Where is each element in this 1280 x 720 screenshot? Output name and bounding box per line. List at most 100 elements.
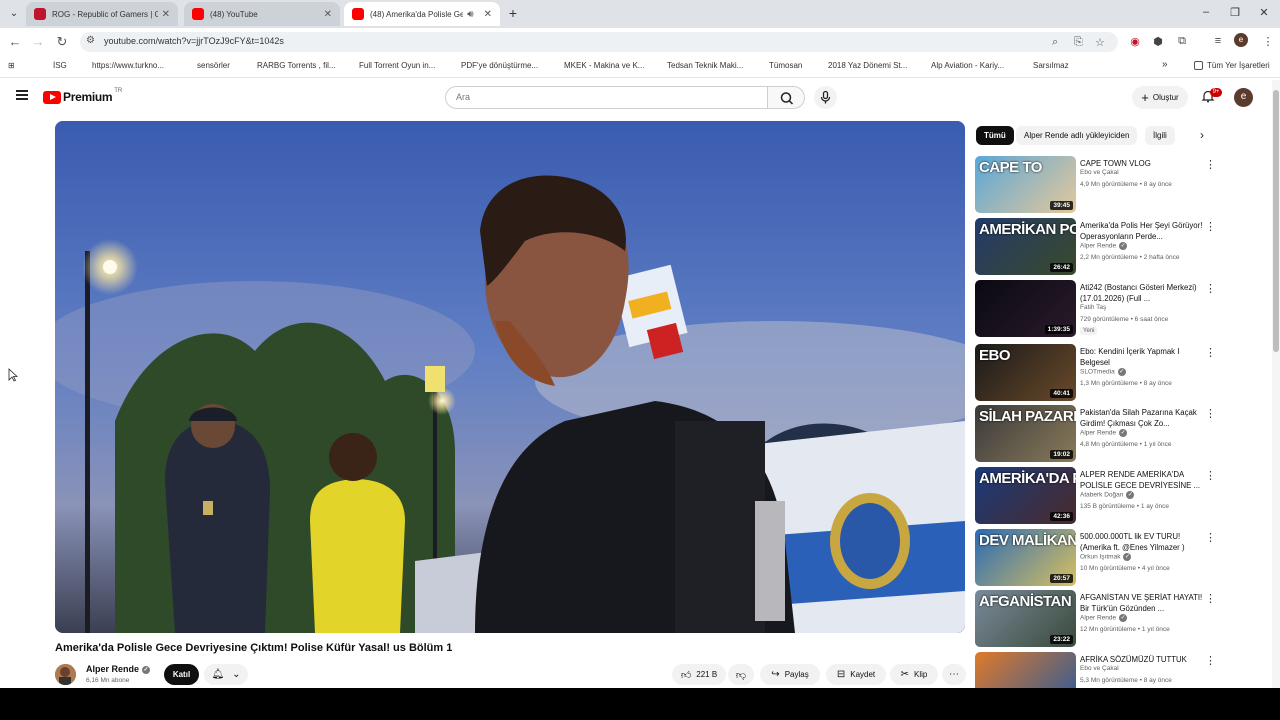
voice-search-button[interactable] <box>814 86 837 109</box>
search-input[interactable]: Ara <box>445 86 768 109</box>
subscription-bell-button[interactable]: 🔔︎ ⌄ <box>204 664 248 685</box>
tab-search-icon[interactable]: ⌄ <box>6 6 22 22</box>
youtube-premium-logo[interactable]: Premium TR <box>43 88 122 104</box>
recommendation-card[interactable]: AFGANİSTAN 23:22 AFGANİSTAN VE ŞERİAT HAYA… <box>975 590 1216 648</box>
tab-youtube-video[interactable]: (48) Amerika'da Polisle Gece... 🔊︎ ✕ <box>344 2 500 26</box>
recommendation-channel[interactable]: Fatih Taş <box>1080 304 1106 311</box>
channel-name-row[interactable]: Alper Rende ✓ <box>86 664 151 674</box>
clip-button[interactable]: ✂︎ Klip <box>890 664 938 685</box>
close-tab-icon[interactable]: ✕ <box>324 9 332 20</box>
video-thumbnail[interactable]: CAPE TO 39:45 <box>975 156 1076 213</box>
browser-menu-icon[interactable]: ⋮ <box>1260 35 1276 48</box>
tab-rog[interactable]: ROG - Republic of Gamers | Gl... ✕ <box>26 2 178 26</box>
recommendation-card[interactable]: SİLAH PAZARI 19:02 Pakistan'da Silah Pazar… <box>975 405 1216 463</box>
extension-shield-icon[interactable]: ⬢ <box>1150 35 1166 48</box>
video-thumbnail[interactable]: 1:39:35 <box>975 280 1076 337</box>
page-scrollbar[interactable] <box>1272 80 1280 688</box>
chip-all[interactable]: Tümü <box>976 126 1014 145</box>
bookmark-item[interactable]: https://www.turkno... <box>79 61 164 70</box>
video-thumbnail[interactable]: AFGANİSTAN 23:22 <box>975 590 1076 647</box>
recommendation-channel[interactable]: Alper Rende ✓ <box>1080 429 1128 437</box>
new-tab-button[interactable]: + <box>504 5 522 23</box>
chevron-right-icon[interactable]: › <box>1193 126 1211 145</box>
all-bookmarks-folder[interactable]: Tüm Yer İşaretleri <box>1194 61 1270 70</box>
bookmark-item[interactable]: PDF'ye dönüştürme... <box>448 61 538 70</box>
chip-from-uploader[interactable]: Alper Rende adlı yükleyiciden <box>1016 126 1138 145</box>
apps-grid-icon[interactable]: ⊞ <box>8 61 15 70</box>
maximize-icon[interactable]: ❐ <box>1227 6 1243 19</box>
chip-related[interactable]: İlgili <box>1145 126 1175 145</box>
more-vertical-icon[interactable]: ⋮ <box>1205 282 1216 295</box>
more-vertical-icon[interactable]: ⋮ <box>1205 407 1216 420</box>
video-thumbnail[interactable] <box>975 652 1076 688</box>
video-thumbnail[interactable]: EBO 40:41 <box>975 344 1076 401</box>
recommendation-card[interactable]: EBO 40:41 Ebo: Kendini İçerik Yapmak I Bel… <box>975 344 1216 402</box>
minimize-icon[interactable]: – <box>1198 6 1214 18</box>
recommendation-channel[interactable]: Ebo ve Çakal <box>1080 169 1119 176</box>
more-bookmarks-icon[interactable]: » <box>1162 59 1168 70</box>
bookmark-item[interactable]: Alp Aviation - Kariy... <box>918 61 1004 70</box>
video-thumbnail[interactable]: AMERİKA'DA POLİSLE 42:36 <box>975 467 1076 524</box>
account-avatar[interactable]: e <box>1234 88 1253 107</box>
bookmark-item[interactable]: MKEK - Makina ve K... <box>551 61 644 70</box>
reload-icon[interactable]: ↻ <box>54 34 70 50</box>
join-button[interactable]: Katıl <box>164 664 199 685</box>
close-tab-icon[interactable]: ✕ <box>484 9 492 20</box>
bookmark-item[interactable]: 2018 Yaz Dönemi St... <box>815 61 907 70</box>
tab-youtube-home[interactable]: (48) YouTube ✕ <box>184 2 340 26</box>
more-vertical-icon[interactable]: ⋮ <box>1205 346 1216 359</box>
recommendation-card[interactable]: AMERİKAN POLİSİ 26:42 Amerika'da Polis Her… <box>975 218 1216 276</box>
recommendation-card[interactable]: AMERİKA'DA POLİSLE 42:36 ALPER RENDE AMERİ… <box>975 467 1216 525</box>
window-close-icon[interactable]: ✕ <box>1256 6 1272 19</box>
create-button[interactable]: + Oluştur <box>1132 86 1188 109</box>
share-button[interactable]: ↪ Paylaş <box>760 664 820 685</box>
more-actions-button[interactable]: ⋯ <box>942 664 966 685</box>
back-icon[interactable]: ← <box>7 34 23 50</box>
extension-rog-icon[interactable]: ◉ <box>1127 35 1143 48</box>
video-thumbnail[interactable]: DEV MALİKANE 20:57 <box>975 529 1076 586</box>
address-bar[interactable]: ⚙︎ youtube.com/watch?v=jjrTOzJ9cFY&t=104… <box>80 32 1118 52</box>
zoom-icon[interactable]: ⌕ <box>1052 36 1058 49</box>
like-button[interactable]: 👍︎ 221 B <box>672 664 726 685</box>
recommendation-card[interactable]: 1:39:35 Ati242 (Bostancı Gösteri Merkezi)… <box>975 280 1216 338</box>
video-thumbnail[interactable]: SİLAH PAZARI 19:02 <box>975 405 1076 462</box>
bookmark-item[interactable]: Full Torrent Oyun in... <box>346 61 435 70</box>
recommendation-card[interactable]: AFRİKA SÖZÜMÜZÜ TUTTUK Ebo ve Çakal 5,3 Mn… <box>975 652 1216 688</box>
recommendation-channel[interactable]: Ebo ve Çakal <box>1080 665 1119 672</box>
recommendation-channel[interactable]: Alper Rende ✓ <box>1080 614 1128 622</box>
bookmark-item[interactable]: İSG <box>40 61 67 70</box>
more-vertical-icon[interactable]: ⋮ <box>1205 220 1216 233</box>
search-button[interactable] <box>767 86 805 109</box>
more-vertical-icon[interactable]: ⋮ <box>1205 592 1216 605</box>
tab-groups-icon[interactable]: ≡ <box>1210 35 1226 47</box>
more-vertical-icon[interactable]: ⋮ <box>1205 469 1216 482</box>
audio-playing-icon[interactable]: 🔊︎ <box>467 9 473 20</box>
recommendation-channel[interactable]: Ataberk Doğan ✓ <box>1080 491 1135 499</box>
hamburger-menu-icon[interactable] <box>16 90 28 100</box>
video-player[interactable] <box>55 121 965 633</box>
site-info-icon[interactable]: ⚙︎ <box>86 35 95 46</box>
bookmark-item[interactable]: Tümosan <box>756 61 802 70</box>
extensions-icon[interactable]: ⧉ <box>1174 35 1190 48</box>
close-tab-icon[interactable]: ✕ <box>162 9 170 20</box>
more-vertical-icon[interactable]: ⋮ <box>1205 531 1216 544</box>
dislike-button[interactable]: 👎︎ <box>728 664 754 685</box>
profile-avatar[interactable]: e <box>1234 33 1248 47</box>
bookmark-item[interactable]: Tedsan Teknik Maki... <box>654 61 743 70</box>
bookmark-item[interactable]: sensörler <box>184 61 230 70</box>
save-button[interactable]: ⊟ Kaydet <box>826 664 886 685</box>
forward-icon[interactable]: → <box>30 34 46 50</box>
bookmark-star-icon[interactable]: ☆ <box>1095 36 1105 49</box>
cast-icon[interactable]: ⎘ <box>1074 36 1083 49</box>
scrollbar-thumb[interactable] <box>1273 90 1279 352</box>
channel-avatar[interactable] <box>55 664 76 685</box>
video-thumbnail[interactable]: AMERİKAN POLİSİ 26:42 <box>975 218 1076 275</box>
recommendation-channel[interactable]: SLOTmedia ✓ <box>1080 368 1126 376</box>
recommendation-channel[interactable]: Orkun Işıtmak ✓ <box>1080 553 1132 561</box>
bookmark-item[interactable]: Sarsılmaz <box>1020 61 1069 70</box>
recommendation-channel[interactable]: Alper Rende ✓ <box>1080 242 1128 250</box>
bookmark-item[interactable]: RARBG Torrents , fil... <box>244 61 336 70</box>
recommendation-card[interactable]: DEV MALİKANE 20:57 500.000.000TL lik EV TU… <box>975 529 1216 587</box>
more-vertical-icon[interactable]: ⋮ <box>1205 158 1216 171</box>
recommendation-card[interactable]: CAPE TO 39:45 CAPE TOWN VLOG Ebo ve Çakal 4,… <box>975 156 1216 214</box>
